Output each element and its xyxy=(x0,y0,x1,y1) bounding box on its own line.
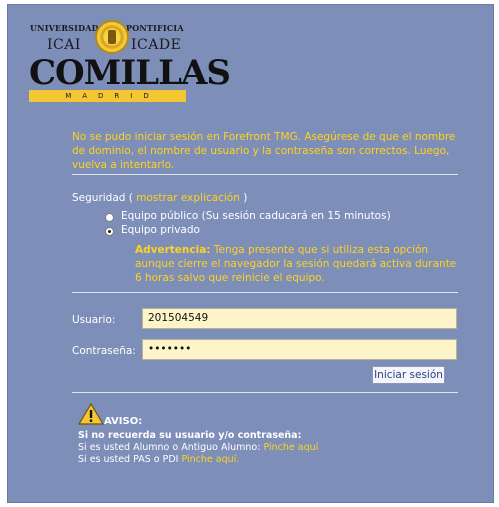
security-label: Seguridad xyxy=(72,192,126,204)
notice-staff-text: Si es usted PAS o PDI xyxy=(78,454,179,465)
divider xyxy=(72,392,458,393)
logo-word-madrid: MADRID xyxy=(65,92,160,100)
error-message: No se pudo iniciar sesión en Forefront T… xyxy=(72,131,456,171)
divider xyxy=(72,174,458,175)
students-click-here-link[interactable]: Pinche aquí xyxy=(263,442,318,453)
username-input[interactable]: 201504549 xyxy=(142,308,457,329)
staff-click-here-link[interactable]: Pinche aquí. xyxy=(181,454,239,465)
warning-title: Advertencia: xyxy=(135,244,211,256)
notice-students-text: Si es usted Alumno o Antiguo Alumno: xyxy=(78,442,261,453)
login-panel: UNIVERSIDAD PONTIFICIA ICAI ICADE COMILL… xyxy=(7,4,494,503)
public-computer-label[interactable]: Equipo público (Su sesión caducará en 15… xyxy=(121,210,391,222)
private-computer-label[interactable]: Equipo privado xyxy=(121,224,200,236)
password-input[interactable]: ••••••• xyxy=(142,339,457,360)
notice-heading-text: Si no recuerda su usuario y/o contraseña… xyxy=(78,430,302,441)
show-explanation-link[interactable]: mostrar explicación xyxy=(136,192,240,204)
open-paren: ( xyxy=(128,192,133,204)
notice-title: AVISO: xyxy=(104,416,143,427)
logo-word-universidad: UNIVERSIDAD xyxy=(30,23,99,33)
logo-word-icai: ICAI xyxy=(47,37,81,53)
notice-line-students: Si es usted Alumno o Antiguo Alumno: Pin… xyxy=(78,442,318,453)
notice-line-staff: Si es usted PAS o PDI Pinche aquí. xyxy=(78,454,239,465)
logo-word-icade: ICADE xyxy=(131,37,182,53)
notice-heading: Si no recuerda su usuario y/o contraseña… xyxy=(78,430,301,441)
divider xyxy=(72,292,458,293)
close-paren: ) xyxy=(243,192,248,204)
login-button[interactable]: Iniciar sesión xyxy=(372,366,445,384)
private-warning: Advertencia: Tenga presente que si utili… xyxy=(135,243,465,285)
security-row: Seguridad ( mostrar explicación ) xyxy=(72,192,247,204)
username-label: Usuario: xyxy=(72,314,116,326)
crest-icon xyxy=(95,20,129,54)
logo-word-comillas: COMILLAS xyxy=(29,53,231,93)
password-label: Contraseña: xyxy=(72,345,136,357)
logo-madrid-bar: MADRID xyxy=(29,90,186,102)
comillas-logo: UNIVERSIDAD PONTIFICIA ICAI ICADE COMILL… xyxy=(25,18,231,102)
private-computer-radio[interactable] xyxy=(105,227,114,236)
public-computer-radio[interactable] xyxy=(105,213,114,222)
logo-word-pontificia: PONTIFICIA xyxy=(126,23,184,33)
warning-icon xyxy=(78,403,104,425)
